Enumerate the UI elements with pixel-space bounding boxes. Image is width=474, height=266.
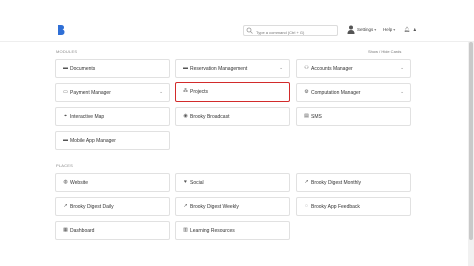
chart-icon: ↗ <box>183 203 188 209</box>
module-label: Payment Manager <box>70 89 111 96</box>
module-label: Accounts Manager <box>311 65 353 72</box>
place-card-brooky-digest-weekly[interactable]: ↗ Brooky Digest Weekly <box>175 197 290 216</box>
chevron-down-icon[interactable]: ⌄ <box>400 89 404 95</box>
module-card-projects[interactable]: ⁂ Projects <box>175 82 290 102</box>
place-label: Social <box>190 179 204 186</box>
help-dropdown[interactable]: Help▾ <box>383 27 395 32</box>
place-card-learning-resources[interactable]: ▥ Learning Resources <box>175 221 290 240</box>
module-label: Mobile App Manager <box>70 137 116 144</box>
place-label: Brooky Digest Daily <box>70 203 114 210</box>
show-hide-cards-link[interactable]: Show / Hide Cards <box>368 49 401 54</box>
folder-icon: ▬ <box>63 137 68 143</box>
book-icon: ▥ <box>183 227 188 233</box>
scrollbar-thumb[interactable] <box>469 42 473 240</box>
chart-icon: ↗ <box>304 179 309 185</box>
settings-label: Settings <box>357 27 374 32</box>
chart-icon: ↗ <box>63 203 68 209</box>
place-label: Learning Resources <box>190 227 235 234</box>
module-label: Interactive Map <box>70 113 105 120</box>
module-card-interactive-map[interactable]: ⌖ Interactive Map <box>55 107 170 126</box>
avatar[interactable] <box>347 25 355 34</box>
sms-icon: ▤ <box>304 113 309 119</box>
map-icon: ⌖ <box>64 113 67 119</box>
place-label: Brooky Digest Monthly <box>311 179 362 186</box>
chevron-down-icon[interactable]: ⌄ <box>159 89 163 95</box>
module-label: Reservation Management <box>190 65 248 72</box>
module-card-computation-manager[interactable]: ⚙ Computation Manager ⌄ <box>296 83 411 102</box>
place-card-social[interactable]: ♥ Social <box>175 173 290 192</box>
places-section-label: PLACES <box>56 163 73 168</box>
place-card-brooky-digest-daily[interactable]: ↗ Brooky Digest Daily <box>55 197 170 216</box>
module-card-payment-manager[interactable]: ▭ Payment Manager ⌄ <box>55 83 170 102</box>
top-navbar: Settings▾ Help▾ 🔔︎ ♟︎ <box>0 20 474 42</box>
place-card-brooky-app-feedback[interactable]: ◌ Brooky App Feedback <box>296 197 411 216</box>
chevron-down-icon[interactable]: ⌄ <box>400 65 404 71</box>
folder-icon: ▬ <box>63 65 68 71</box>
help-label: Help <box>383 27 393 32</box>
module-card-reservation-management[interactable]: ▬ Reservation Management ⌄ <box>175 59 290 78</box>
module-label: Projects <box>190 88 209 95</box>
place-card-website[interactable]: ◍ Website <box>55 173 170 192</box>
module-label: SMS <box>311 113 322 120</box>
comment-icon: ◌ <box>305 203 308 209</box>
module-card-documents[interactable]: ▬ Documents <box>55 59 170 78</box>
module-card-brooky-broadcast[interactable]: ◉ Brooky Broadcast <box>175 107 290 126</box>
card-icon: ▭ <box>63 89 68 95</box>
heart-icon: ♥ <box>184 179 187 185</box>
globe-icon: ◍ <box>63 179 68 185</box>
place-label: Brooky Digest Weekly <box>190 203 239 210</box>
place-label: Website <box>70 179 88 186</box>
notifications-icon[interactable]: 🔔︎ <box>404 27 410 33</box>
module-label: Brooky Broadcast <box>190 113 230 120</box>
chevron-down-icon: ▾ <box>374 27 377 32</box>
modules-section-label: MODULES <box>56 49 78 54</box>
chevron-down-icon: ▾ <box>393 27 396 32</box>
user-icon[interactable]: ♟︎ <box>413 27 417 32</box>
module-card-mobile-app-manager[interactable]: ▬ Mobile App Manager <box>55 131 170 150</box>
search-input[interactable] <box>243 25 338 36</box>
place-card-brooky-digest-monthly[interactable]: ↗ Brooky Digest Monthly <box>296 173 411 192</box>
broadcast-icon: ◉ <box>183 113 188 119</box>
module-label: Documents <box>70 65 96 72</box>
users-icon: ⚇ <box>304 65 309 71</box>
app-logo-icon[interactable] <box>57 25 65 35</box>
folder-icon: ▬ <box>183 65 188 71</box>
module-label: Computation Manager <box>311 89 361 96</box>
module-card-sms[interactable]: ▤ SMS <box>296 107 411 126</box>
place-label: Brooky App Feedback <box>311 203 360 210</box>
search-icon <box>246 27 253 34</box>
dashboard-icon: ▦ <box>63 227 68 233</box>
cogs-icon: ⚙ <box>304 89 309 95</box>
place-card-dashboard[interactable]: ▦ Dashboard <box>55 221 170 240</box>
place-label: Dashboard <box>70 227 95 234</box>
settings-dropdown[interactable]: Settings▾ <box>357 27 376 32</box>
chevron-down-icon[interactable]: ⌄ <box>279 65 283 71</box>
module-card-accounts-manager[interactable]: ⚇ Accounts Manager ⌄ <box>296 59 411 78</box>
projects-icon: ⁂ <box>183 88 188 94</box>
